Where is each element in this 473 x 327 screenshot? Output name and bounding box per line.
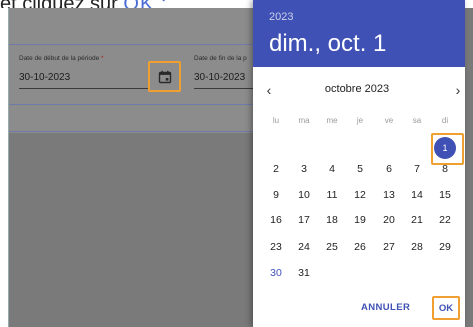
day-cell[interactable]: 26 <box>348 237 372 257</box>
selected-day-highlight <box>431 133 464 165</box>
month-label: octobre 2023 <box>324 83 390 95</box>
divider <box>9 44 269 45</box>
weekday-label: lu <box>272 116 280 125</box>
cancel-button[interactable]: ANNULER <box>361 302 410 313</box>
ok-button[interactable]: OK <box>432 296 460 320</box>
divider <box>9 131 269 132</box>
weekday-label: me <box>326 116 338 125</box>
day-cell[interactable]: 7 <box>405 159 429 179</box>
instruction-prefix: et cliquez sur <box>0 0 123 8</box>
weekday-label: di <box>441 116 449 125</box>
instruction-text: et cliquez sur OK : <box>0 0 260 8</box>
day-cell[interactable]: 24 <box>292 237 316 257</box>
day-cell[interactable]: 23 <box>264 237 288 257</box>
day-cell[interactable]: 25 <box>320 237 344 257</box>
day-cell[interactable]: 27 <box>377 237 401 257</box>
start-date-underline <box>19 88 149 89</box>
weekday-label: je <box>356 116 364 125</box>
start-date-field[interactable]: 30-10-2023 <box>19 72 70 83</box>
day-cell[interactable]: 13 <box>377 185 401 205</box>
date-picker-dialog: 2023 dim., oct. 1 ‹ octobre 2023 › lu ma m… <box>253 0 465 327</box>
day-cell[interactable]: 2 <box>264 159 288 179</box>
divider <box>9 104 269 105</box>
chevron-left-icon[interactable]: ‹ <box>261 82 277 98</box>
calendar-button[interactable] <box>148 61 181 92</box>
day-cell[interactable]: 14 <box>405 185 429 205</box>
weekday-label: sa <box>412 116 422 125</box>
day-cell[interactable]: 3 <box>292 159 316 179</box>
day-cell[interactable]: 16 <box>264 210 288 230</box>
picker-year[interactable]: 2023 <box>269 11 293 23</box>
instruction-ok-word: OK : <box>123 0 167 8</box>
calendar-icon <box>158 70 171 83</box>
picker-selected-date: dim., oct. 1 <box>269 30 387 57</box>
day-cell[interactable]: 21 <box>405 210 429 230</box>
day-cell[interactable]: 10 <box>292 185 316 205</box>
picker-header: 2023 dim., oct. 1 <box>253 0 465 67</box>
end-date-underline <box>194 88 254 89</box>
day-cell[interactable]: 19 <box>348 210 372 230</box>
day-cell[interactable]: 4 <box>320 159 344 179</box>
start-date-label-text: Date de début de la période <box>19 55 100 62</box>
day-cell[interactable]: 15 <box>433 185 457 205</box>
day-cell[interactable]: 12 <box>348 185 372 205</box>
day-cell[interactable]: 5 <box>348 159 372 179</box>
day-cell[interactable]: 6 <box>377 159 401 179</box>
end-date-label: Date de fin de la p <box>194 55 247 62</box>
start-date-label: Date de début de la période * <box>19 55 104 62</box>
day-cell[interactable]: 29 <box>433 237 457 257</box>
day-cell[interactable]: 20 <box>377 210 401 230</box>
day-cell[interactable]: 22 <box>433 210 457 230</box>
required-mark: * <box>101 55 104 62</box>
end-date-field[interactable]: 30-10-2023 <box>194 72 245 83</box>
weekday-label: ma <box>298 116 310 125</box>
day-cell[interactable]: 18 <box>320 210 344 230</box>
day-cell[interactable]: 9 <box>264 185 288 205</box>
day-cell[interactable]: 31 <box>292 263 316 283</box>
day-cell[interactable]: 11 <box>320 185 344 205</box>
chevron-right-icon[interactable]: › <box>450 82 466 98</box>
day-cell[interactable]: 28 <box>405 237 429 257</box>
weekday-label: ve <box>384 116 394 125</box>
day-cell[interactable]: 17 <box>292 210 316 230</box>
day-cell[interactable]: 30 <box>264 263 288 283</box>
